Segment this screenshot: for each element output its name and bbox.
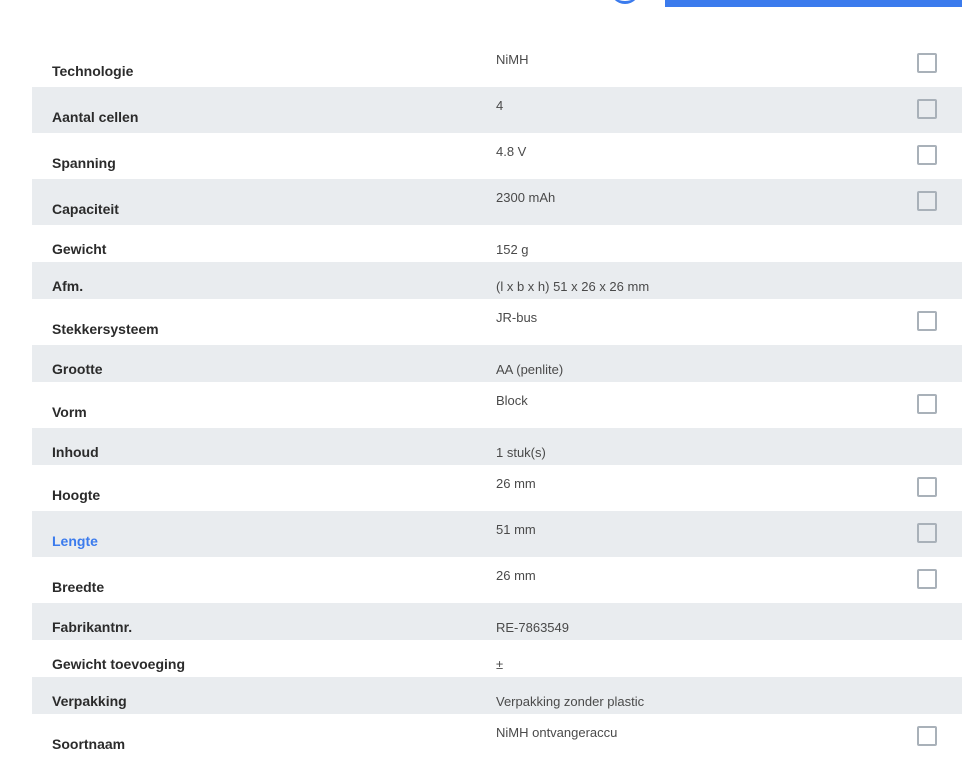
spec-filter-checkbox[interactable] [917, 191, 937, 211]
specifications-table: Technologie NiMH Aantal cellen 4 Spanning 4.8… [32, 41, 962, 760]
spec-row: Technologie NiMH [32, 41, 962, 87]
spec-row: Gewicht toevoeging ± [32, 640, 962, 677]
spec-value: Verpakking zonder plastic [496, 694, 645, 709]
spec-value: 26 mm [496, 568, 536, 583]
spec-value: JR-bus [496, 310, 538, 325]
spec-value: RE-7863549 [496, 620, 569, 635]
spec-row: Aantal cellen 4 [32, 87, 962, 133]
spec-row: Spanning 4.8 V [32, 133, 962, 179]
spec-value: 1 stuk(s) [496, 445, 546, 460]
spec-label: Grootte [52, 361, 103, 377]
spec-label: Aantal cellen [52, 109, 139, 125]
partial-circle-icon[interactable] [610, 0, 640, 4]
spec-label: Hoogte [52, 487, 101, 503]
product-specs-page: Technologie NiMH Aantal cellen 4 Spanning 4.8… [0, 0, 975, 762]
spec-label: Vorm [52, 404, 87, 420]
spec-row: Grootte AA (penlite) [32, 345, 962, 382]
spec-label: Gewicht toevoeging [52, 656, 186, 672]
spec-row: Soortnaam NiMH ontvangeraccu [32, 714, 962, 760]
spec-value: NiMH ontvangeraccu [496, 725, 618, 740]
spec-label[interactable]: Lengte [52, 533, 98, 549]
spec-value: 4 [496, 98, 504, 113]
spec-label: Breedte [52, 579, 105, 595]
spec-filter-checkbox[interactable] [917, 569, 937, 589]
spec-row: Stekkersysteem JR-bus [32, 299, 962, 345]
spec-filter-checkbox[interactable] [917, 145, 937, 165]
spec-filter-checkbox[interactable] [917, 523, 937, 543]
spec-row: Hoogte 26 mm [32, 465, 962, 511]
spec-value: AA (penlite) [496, 362, 564, 377]
spec-row: Inhoud 1 stuk(s) [32, 428, 962, 465]
spec-label: Stekkersysteem [52, 321, 159, 337]
spec-value: 26 mm [496, 476, 536, 491]
spec-row: Capaciteit 2300 mAh [32, 179, 962, 225]
spec-value: 2300 mAh [496, 190, 556, 205]
spec-filter-checkbox[interactable] [917, 99, 937, 119]
spec-filter-checkbox[interactable] [917, 53, 937, 73]
spec-label: Fabrikantnr. [52, 619, 133, 635]
spec-label: Capaciteit [52, 201, 119, 217]
spec-row: Gewicht 152 g [32, 225, 962, 262]
spec-row: Breedte 26 mm [32, 557, 962, 603]
spec-label: Technologie [52, 63, 134, 79]
spec-value: (l x b x h) 51 x 26 x 26 mm [496, 279, 650, 294]
spec-filter-checkbox[interactable] [917, 726, 937, 746]
spec-filter-checkbox[interactable] [917, 394, 937, 414]
spec-row: Verpakking Verpakking zonder plastic [32, 677, 962, 714]
spec-label: Gewicht [52, 241, 107, 257]
spec-row: Fabrikantnr. RE-7863549 [32, 603, 962, 640]
spec-row: Afm. (l x b x h) 51 x 26 x 26 mm [32, 262, 962, 299]
spec-row: Vorm Block [32, 382, 962, 428]
spec-label: Soortnaam [52, 736, 126, 752]
primary-action-button[interactable] [665, 0, 962, 7]
spec-value: 152 g [496, 242, 529, 257]
spec-label: Verpakking [52, 693, 127, 709]
spec-label: Afm. [52, 278, 84, 294]
spec-value: NiMH [496, 52, 529, 67]
spec-value: ± [496, 657, 504, 672]
spec-value: 51 mm [496, 522, 536, 537]
spec-value: Block [496, 393, 528, 408]
spec-filter-checkbox[interactable] [917, 311, 937, 331]
spec-value: 4.8 V [496, 144, 527, 159]
spec-label: Inhoud [52, 444, 99, 460]
spec-filter-checkbox[interactable] [917, 477, 937, 497]
spec-label: Spanning [52, 155, 116, 171]
spec-row: Lengte 51 mm [32, 511, 962, 557]
